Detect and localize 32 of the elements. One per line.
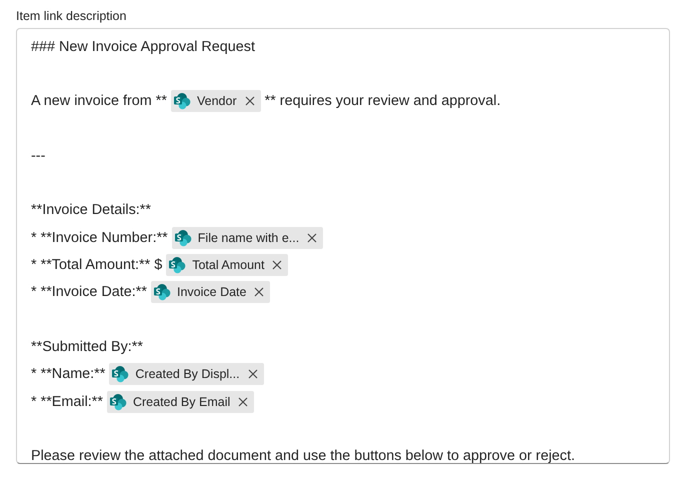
editor-text: A new invoice from ** <box>31 93 167 110</box>
sharepoint-icon <box>168 256 186 274</box>
close-icon[interactable] <box>248 369 258 380</box>
editor-text: **Invoice Details:** <box>31 202 151 218</box>
sharepoint-icon <box>172 92 191 110</box>
close-icon[interactable] <box>272 260 282 270</box>
dynamic-content-token[interactable]: File name with e... <box>172 226 324 249</box>
field-label: Item link description <box>16 8 128 25</box>
dynamic-content-token[interactable]: Created By Displ... <box>109 363 264 386</box>
editor-text: Please review the attached document and use the buttons below to approve or reject. <box>31 448 575 464</box>
editor-text: * **Name:** <box>31 366 106 382</box>
editor-text: * **Total Amount:** $ <box>31 257 162 274</box>
close-icon[interactable] <box>238 396 248 406</box>
dynamic-content-token[interactable]: Created By Email <box>106 390 254 412</box>
sharepoint-icon <box>174 228 192 247</box>
editor-text: ** requires your review and approval. <box>264 93 501 110</box>
text-editor[interactable] <box>16 28 670 464</box>
dynamic-content-token[interactable]: Invoice Date <box>151 281 270 304</box>
sharepoint-icon <box>111 365 130 384</box>
close-icon[interactable] <box>244 96 255 106</box>
editor-text: **Submitted By:** <box>31 338 143 355</box>
dynamic-content-token[interactable]: Total Amount <box>166 254 288 276</box>
editor-text: * **Invoice Number:** <box>31 230 168 246</box>
close-icon[interactable] <box>307 232 318 243</box>
editor-text: * **Invoice Date:** <box>31 284 147 300</box>
dynamic-content-token[interactable]: Vendor <box>170 90 261 112</box>
sharepoint-icon <box>153 283 171 302</box>
sharepoint-icon <box>108 392 127 410</box>
editor-text: * **Email:** <box>31 394 103 410</box>
editor-text: ### New Invoice Approval Request <box>31 38 255 55</box>
editor-text: --- <box>31 148 46 164</box>
close-icon[interactable] <box>254 287 264 298</box>
